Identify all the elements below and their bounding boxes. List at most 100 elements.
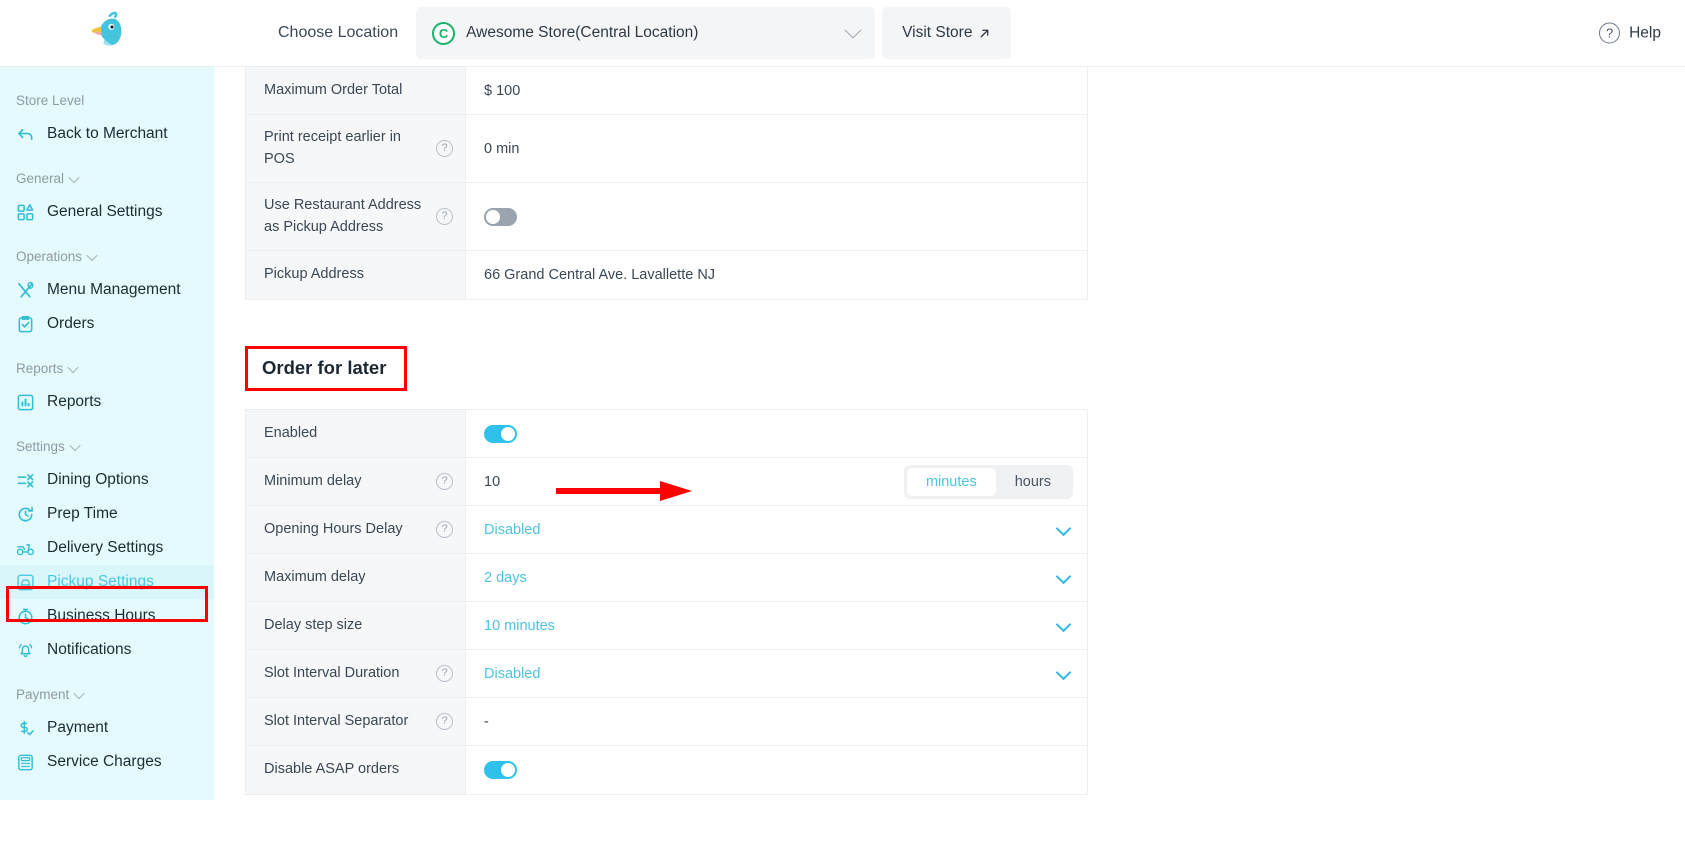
sidebar-group-general[interactable]: General — [0, 171, 214, 186]
visit-store-button[interactable]: Visit Store — [882, 7, 1012, 59]
sidebar-item-label: Payment — [47, 719, 109, 736]
row-value-cell[interactable]: 0 min — [466, 115, 1087, 182]
sidebar-item-reports[interactable]: Reports — [0, 385, 214, 419]
sidebar-item-pickup-settings[interactable]: Pickup Settings — [0, 565, 214, 599]
sidebar-group-label: General — [16, 171, 65, 186]
row-label: Slot Interval Duration — [264, 664, 400, 681]
sidebar-navigation: Store Level Back to Merchant General Gen… — [0, 67, 214, 800]
top-header-bar: Choose Location C Awesome Store(Central … — [0, 0, 1685, 67]
table-row: Maximum delay 2 days — [246, 554, 1087, 602]
sidebar-item-payment[interactable]: Payment — [0, 711, 214, 745]
external-link-icon — [981, 29, 989, 37]
row-label: Disable ASAP orders — [264, 761, 400, 778]
location-badge: C — [432, 21, 456, 45]
minimum-delay-input[interactable]: 10 — [484, 474, 500, 490]
row-label-cell: Maximum delay — [246, 554, 466, 601]
table-row: Enabled — [246, 410, 1087, 458]
slot-interval-duration-dropdown[interactable]: Disabled — [466, 650, 1087, 697]
help-tooltip-icon[interactable]: ? — [436, 473, 453, 490]
row-label-cell: Slot Interval Separator ? — [246, 698, 466, 745]
disable-asap-orders-toggle[interactable] — [484, 761, 517, 779]
table-row: Print receipt earlier in POS ? 0 min — [246, 115, 1087, 183]
sidebar-item-label: Pickup Settings — [47, 573, 154, 590]
sidebar-group-payment[interactable]: Payment — [0, 687, 214, 702]
clipboard-check-icon — [18, 315, 33, 332]
clock-refresh-icon — [18, 506, 33, 522]
row-label-cell: Slot Interval Duration ? — [246, 650, 466, 697]
scooter-icon — [16, 543, 35, 555]
calculator-icon — [18, 754, 33, 770]
sidebar-group-reports[interactable]: Reports — [0, 361, 214, 376]
dollar-check-icon — [20, 720, 34, 735]
sidebar-item-menu-management[interactable]: Menu Management — [0, 273, 214, 307]
minimum-delay-unit-segmented-control: minutes hours — [903, 464, 1073, 499]
table-row: Maximum Order Total $ 100 — [246, 67, 1087, 115]
sidebar-item-label: Notifications — [47, 641, 132, 658]
row-value-cell[interactable]: $ 100 — [466, 67, 1087, 114]
help-tooltip-icon[interactable]: ? — [436, 208, 453, 225]
table-row: Slot Interval Duration ? Disabled — [246, 650, 1087, 698]
order-for-later-enabled-toggle[interactable] — [484, 424, 517, 443]
help-tooltip-icon[interactable]: ? — [436, 665, 453, 682]
row-value-cell[interactable]: 66 Grand Central Ave. Lavallette NJ — [466, 251, 1087, 299]
order-for-later-table: Enabled Minimum delay ? 10 minutes hours — [245, 409, 1088, 795]
help-button[interactable]: ? Help — [1599, 22, 1661, 44]
row-value-cell — [466, 746, 1087, 794]
row-label: Maximum Order Total — [264, 81, 403, 98]
stopwatch-icon — [18, 608, 33, 624]
row-label: Maximum delay — [264, 568, 366, 585]
sidebar-item-notifications[interactable]: Notifications — [0, 633, 214, 667]
bar-chart-icon — [17, 394, 34, 410]
fork-spoon-icon — [17, 281, 34, 298]
row-label: Opening Hours Delay — [264, 520, 403, 537]
help-label: Help — [1629, 24, 1661, 41]
table-row: Use Restaurant Address as Pickup Address… — [246, 183, 1087, 251]
sidebar-item-label: Business Hours — [47, 607, 156, 624]
sidebar-item-label: Service Charges — [47, 753, 162, 770]
sidebar-item-dining-options[interactable]: Dining Options — [0, 463, 214, 497]
use-restaurant-address-toggle[interactable] — [484, 207, 517, 226]
sidebar-item-label: Menu Management — [47, 281, 181, 298]
section-heading-wrap: Order for later — [245, 346, 408, 391]
sliders-icon — [17, 473, 34, 487]
opening-hours-delay-dropdown[interactable]: Disabled — [466, 506, 1087, 553]
sidebar-item-back-to-merchant[interactable]: Back to Merchant — [0, 117, 214, 151]
row-label-cell: Use Restaurant Address as Pickup Address… — [246, 183, 466, 250]
row-label: Minimum delay — [264, 472, 362, 489]
row-label: Print receipt earlier in POS — [264, 129, 401, 167]
help-tooltip-icon[interactable]: ? — [436, 713, 453, 730]
sidebar-group-settings[interactable]: Settings — [0, 439, 214, 454]
sidebar-item-business-hours[interactable]: Business Hours — [0, 599, 214, 633]
chevron-down-icon — [73, 687, 85, 699]
question-circle-icon: ? — [1599, 22, 1621, 44]
delay-step-size-dropdown[interactable]: 10 minutes — [466, 602, 1087, 649]
help-tooltip-icon[interactable]: ? — [436, 140, 453, 157]
table-row: Pickup Address 66 Grand Central Ave. Lav… — [246, 251, 1087, 299]
chevron-down-icon[interactable] — [1055, 616, 1072, 632]
sidebar-item-orders[interactable]: Orders — [0, 307, 214, 341]
chevron-down-icon[interactable] — [1055, 568, 1072, 584]
unit-option-hours[interactable]: hours — [996, 468, 1070, 496]
row-label-cell: Delay step size — [246, 602, 466, 649]
sidebar-item-label: Reports — [47, 393, 102, 410]
sidebar-item-general-settings[interactable]: General Settings — [0, 195, 214, 229]
chevron-down-icon[interactable] — [1055, 520, 1072, 536]
chevron-down-icon[interactable] — [1055, 664, 1072, 680]
help-tooltip-icon[interactable]: ? — [436, 521, 453, 538]
location-name: Awesome Store(Central Location) — [466, 24, 699, 41]
sidebar-group-label: Store Level — [16, 93, 85, 108]
row-value-cell[interactable]: - — [466, 698, 1087, 745]
app-logo[interactable] — [0, 0, 214, 67]
sidebar-group-label: Settings — [16, 439, 65, 454]
row-value: $ 100 — [484, 82, 521, 99]
sidebar-item-service-charges[interactable]: Service Charges — [0, 745, 214, 779]
maximum-delay-dropdown[interactable]: 2 days — [466, 554, 1087, 601]
sidebar-group-label: Reports — [16, 361, 64, 376]
unit-option-minutes[interactable]: minutes — [906, 467, 996, 496]
location-select[interactable]: C Awesome Store(Central Location) — [416, 7, 876, 59]
sidebar-item-prep-time[interactable]: Prep Time — [0, 497, 214, 531]
sidebar-item-delivery-settings[interactable]: Delivery Settings — [0, 531, 214, 565]
parrot-logo-icon — [91, 11, 122, 46]
sidebar-group-label: Payment — [16, 687, 70, 702]
sidebar-group-operations[interactable]: Operations — [0, 249, 214, 264]
